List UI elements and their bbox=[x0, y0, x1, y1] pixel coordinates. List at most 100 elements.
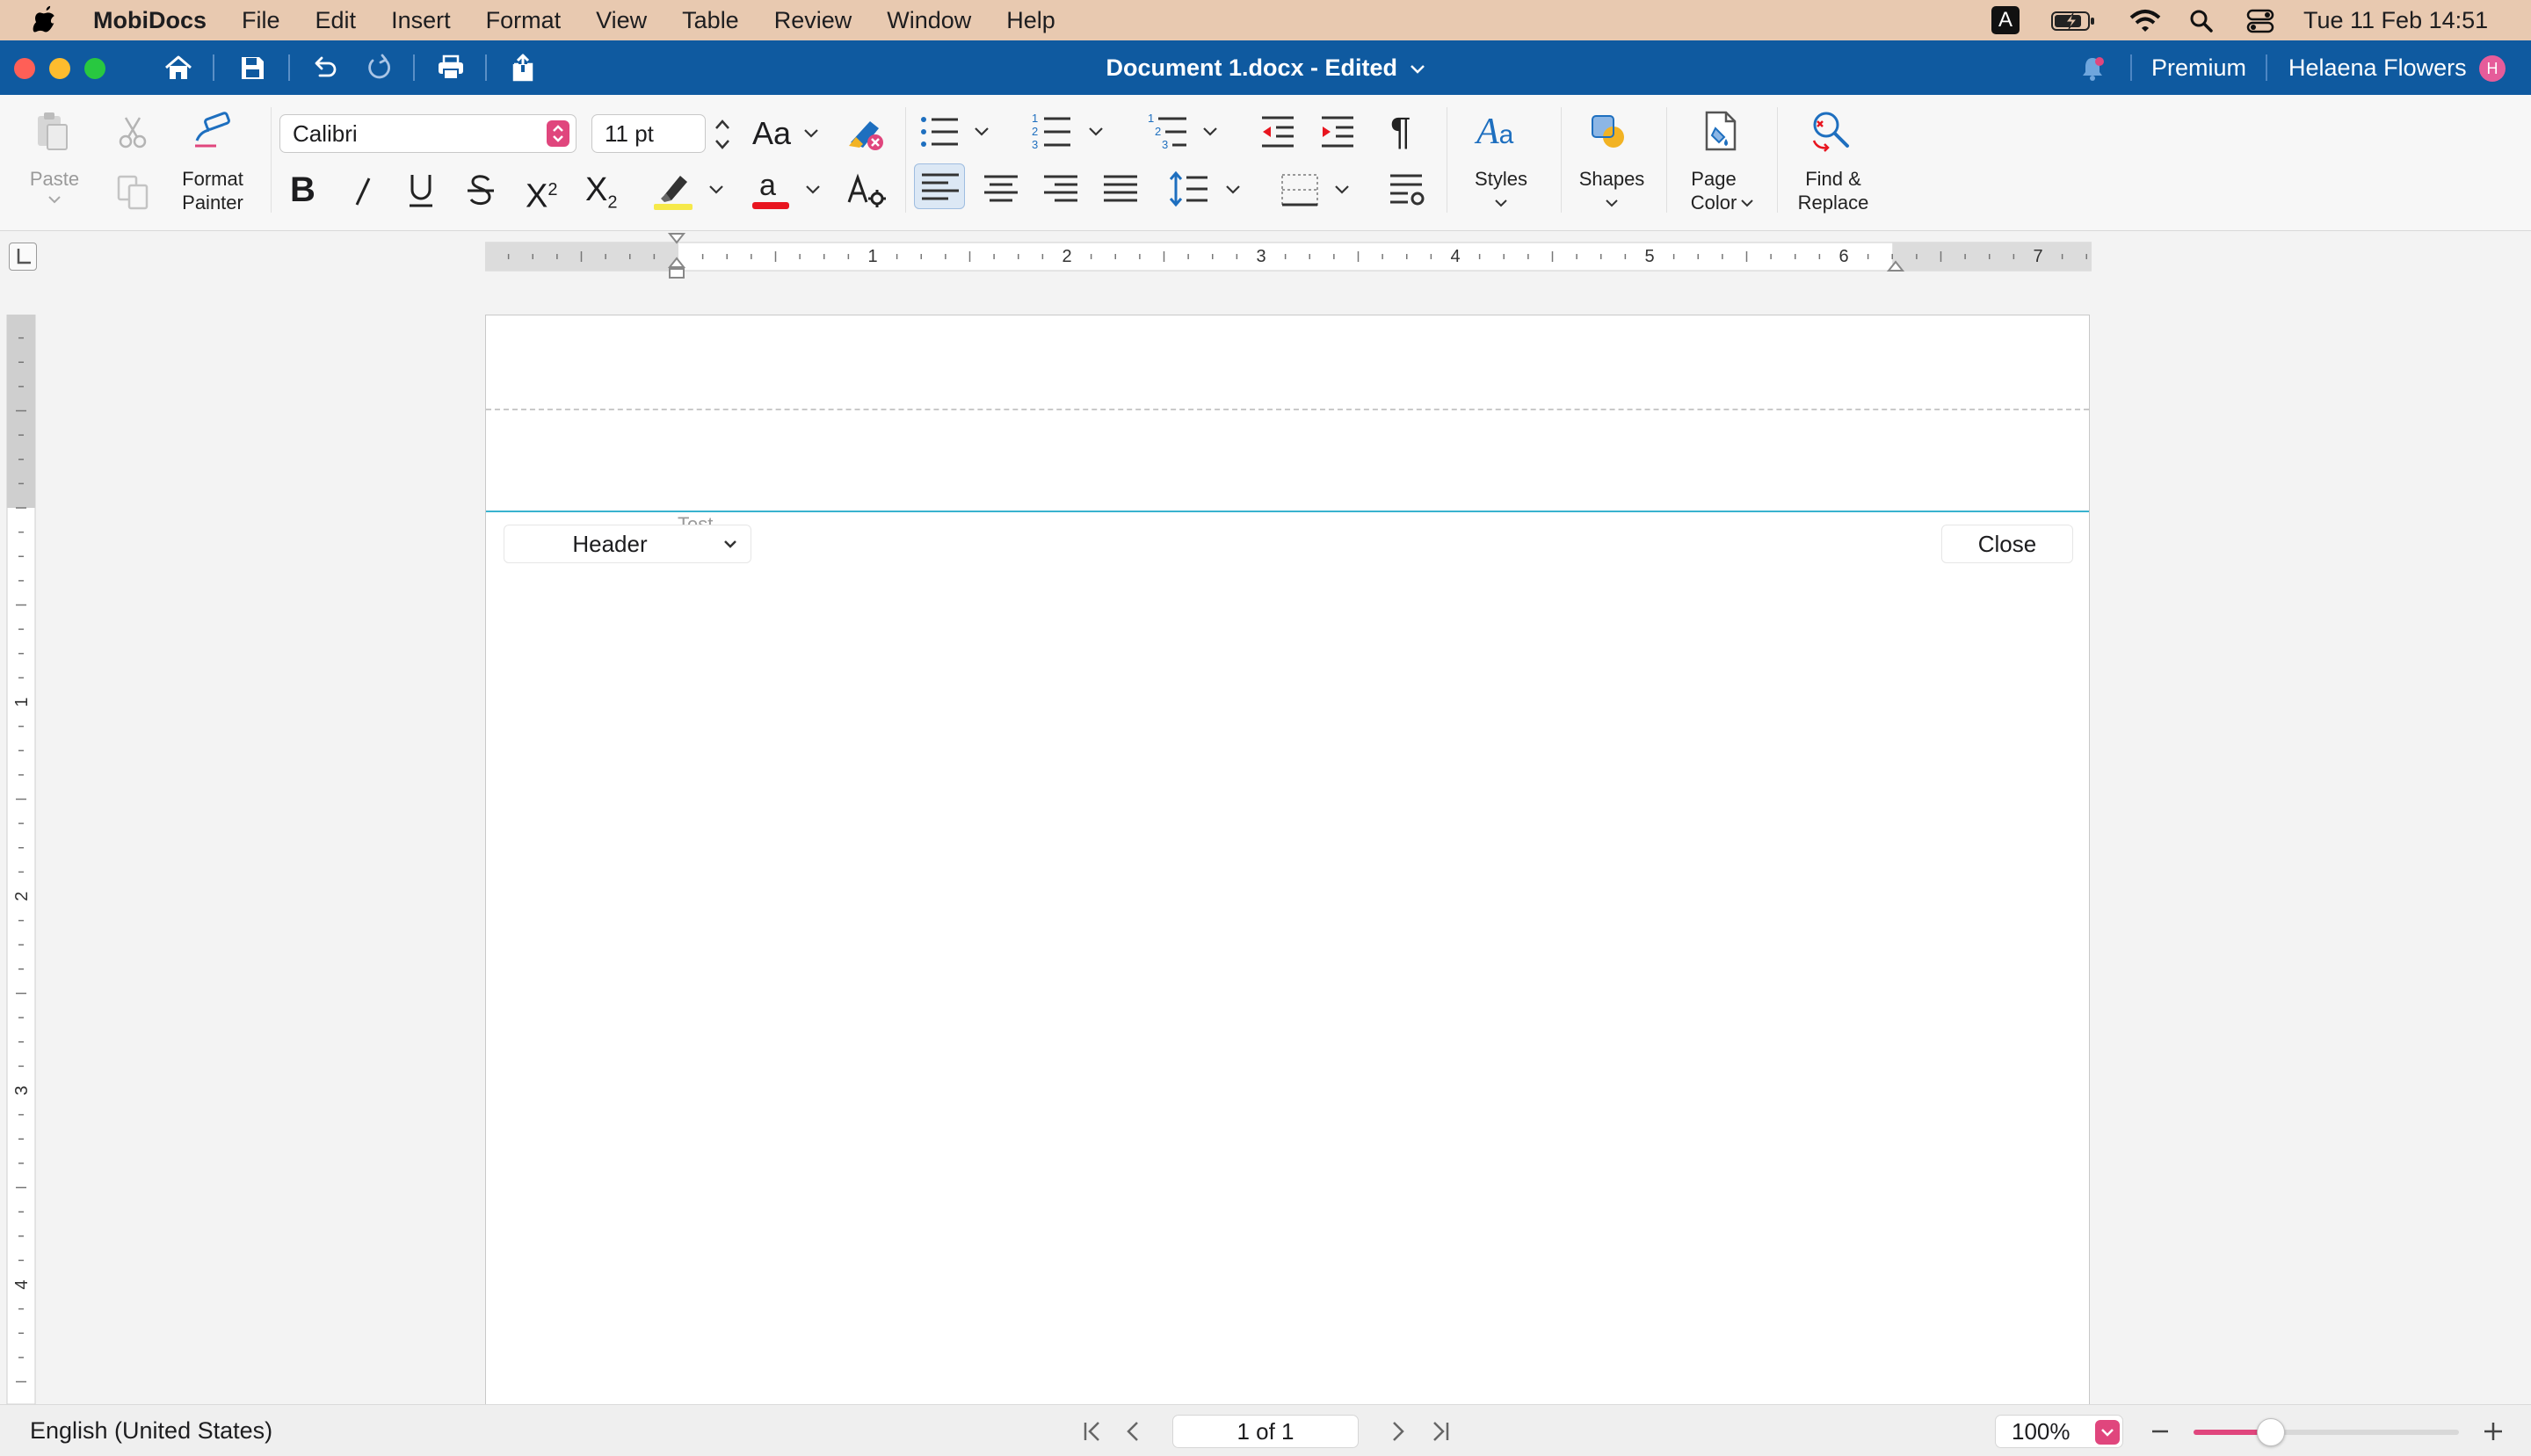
menu-table[interactable]: Table bbox=[682, 7, 739, 34]
increase-indent-icon[interactable] bbox=[1318, 114, 1357, 149]
menu-file[interactable]: File bbox=[242, 7, 280, 34]
align-left-button[interactable] bbox=[914, 163, 965, 209]
bold-button[interactable]: B bbox=[290, 169, 315, 211]
show-formatting-marks-button[interactable]: ¶ bbox=[1390, 109, 1411, 155]
page-color-label-2[interactable]: Color bbox=[1680, 191, 1747, 214]
document-title[interactable]: Document 1.docx - Edited bbox=[1055, 40, 1476, 95]
align-center-icon[interactable] bbox=[983, 174, 1019, 202]
premium-link[interactable]: Premium bbox=[2151, 40, 2246, 95]
line-spacing-icon[interactable] bbox=[1169, 170, 1211, 207]
find-replace-label-1[interactable]: Find & bbox=[1789, 167, 1877, 191]
redo-icon[interactable] bbox=[364, 53, 394, 83]
chevron-down-icon[interactable] bbox=[1494, 199, 1508, 207]
home-icon[interactable] bbox=[163, 53, 193, 83]
superscript-button[interactable]: X2 bbox=[526, 169, 557, 218]
first-page-icon[interactable] bbox=[1081, 1419, 1104, 1444]
zoom-out-icon[interactable] bbox=[2150, 1421, 2171, 1442]
vertical-ruler[interactable]: 1 2 3 4 bbox=[5, 315, 37, 1404]
menu-review[interactable]: Review bbox=[774, 7, 852, 34]
format-painter-label-2[interactable]: Painter bbox=[167, 191, 258, 214]
menu-help[interactable]: Help bbox=[1006, 7, 1055, 34]
chevron-down-icon[interactable] bbox=[1202, 127, 1218, 137]
shapes-label[interactable]: Shapes bbox=[1568, 167, 1656, 191]
page-color-label-1[interactable]: Page bbox=[1675, 167, 1752, 191]
chevron-down-icon[interactable] bbox=[1088, 127, 1104, 137]
chevron-down-icon[interactable] bbox=[1225, 185, 1241, 195]
highlight-color-icon[interactable] bbox=[652, 169, 698, 211]
paste-label[interactable]: Paste bbox=[19, 167, 90, 191]
italic-button[interactable] bbox=[352, 176, 374, 207]
font-size-input[interactable]: 11 pt bbox=[591, 114, 706, 153]
menu-edit[interactable]: Edit bbox=[315, 7, 357, 34]
save-icon[interactable] bbox=[237, 53, 267, 83]
underline-button[interactable] bbox=[406, 172, 436, 209]
print-icon[interactable] bbox=[436, 53, 466, 83]
menu-format[interactable]: Format bbox=[486, 7, 562, 34]
zoom-slider[interactable] bbox=[2194, 1418, 2459, 1446]
cut-icon[interactable] bbox=[118, 114, 148, 149]
format-painter-label-1[interactable]: Format bbox=[167, 167, 258, 191]
user-name[interactable]: Helaena Flowers bbox=[2288, 40, 2467, 95]
next-page-icon[interactable] bbox=[1389, 1419, 1408, 1444]
menu-app-name[interactable]: MobiDocs bbox=[93, 7, 207, 34]
text-effects-icon[interactable] bbox=[845, 172, 888, 209]
close-header-button[interactable]: Close bbox=[1941, 525, 2073, 563]
language-indicator[interactable]: English (United States) bbox=[30, 1405, 272, 1456]
last-page-icon[interactable] bbox=[1429, 1419, 1452, 1444]
horizontal-ruler[interactable]: 1 2 3 4 5 6 7 bbox=[485, 241, 2092, 272]
zoom-dropdown-button[interactable] bbox=[2095, 1420, 2120, 1445]
menu-insert[interactable]: Insert bbox=[391, 7, 451, 34]
share-icon[interactable] bbox=[508, 53, 538, 83]
font-name-stepper[interactable] bbox=[547, 120, 569, 147]
justify-icon[interactable] bbox=[1102, 174, 1139, 202]
clear-formatting-icon[interactable] bbox=[844, 111, 888, 155]
borders-icon[interactable] bbox=[1280, 172, 1320, 207]
chevron-down-icon[interactable] bbox=[803, 128, 819, 139]
font-name-select[interactable]: Calibri bbox=[279, 114, 577, 153]
font-size-stepper[interactable] bbox=[712, 116, 733, 153]
tab-stop-selector[interactable] bbox=[9, 243, 37, 271]
styles-label[interactable]: Styles bbox=[1459, 167, 1543, 191]
align-right-icon[interactable] bbox=[1042, 174, 1079, 202]
numbered-list-icon[interactable]: 1 2 3 bbox=[1032, 111, 1074, 153]
chevron-down-icon[interactable] bbox=[1605, 199, 1619, 207]
header-footer-select[interactable]: Header bbox=[504, 525, 751, 563]
find-replace-icon[interactable] bbox=[1809, 109, 1854, 155]
multilevel-list-icon[interactable]: 1 2 3 bbox=[1148, 111, 1192, 153]
menu-view[interactable]: View bbox=[596, 7, 647, 34]
copy-icon[interactable] bbox=[116, 174, 151, 211]
change-case-button[interactable]: Aa bbox=[752, 114, 791, 153]
spotlight-search-icon[interactable] bbox=[2189, 9, 2214, 33]
battery-icon[interactable] bbox=[2051, 11, 2097, 32]
right-indent-marker[interactable] bbox=[1886, 260, 1905, 278]
input-source-icon[interactable]: A bbox=[1991, 6, 2020, 34]
paste-icon[interactable] bbox=[35, 111, 70, 153]
notification-bell-icon[interactable] bbox=[2078, 54, 2107, 83]
zoom-in-icon[interactable] bbox=[2482, 1420, 2505, 1443]
indent-markers[interactable] bbox=[663, 232, 691, 295]
shapes-icon[interactable] bbox=[1589, 112, 1628, 151]
wifi-icon[interactable] bbox=[2129, 9, 2161, 33]
decrease-indent-icon[interactable] bbox=[1258, 114, 1297, 149]
control-center-icon[interactable] bbox=[2246, 8, 2274, 34]
find-replace-label-2[interactable]: Replace bbox=[1784, 191, 1882, 214]
chevron-down-icon[interactable] bbox=[708, 185, 724, 195]
chevron-down-icon[interactable] bbox=[1740, 199, 1754, 207]
subscript-button[interactable]: X2 bbox=[585, 169, 617, 224]
minimize-window-button[interactable] bbox=[49, 58, 70, 79]
document-page[interactable]: Test Header Close bbox=[485, 315, 2090, 1404]
user-avatar[interactable]: H bbox=[2479, 55, 2506, 82]
page-color-icon[interactable] bbox=[1701, 109, 1740, 153]
previous-page-icon[interactable] bbox=[1123, 1419, 1142, 1444]
strikethrough-button[interactable] bbox=[466, 172, 496, 209]
font-color-icon[interactable]: a bbox=[749, 169, 793, 211]
chevron-down-icon[interactable] bbox=[1334, 185, 1350, 195]
zoom-slider-knob[interactable] bbox=[2256, 1418, 2285, 1446]
undo-icon[interactable] bbox=[309, 53, 339, 83]
menubar-clock[interactable]: Tue 11 Feb 14:51 bbox=[2303, 0, 2488, 40]
apple-icon[interactable] bbox=[32, 5, 60, 35]
paragraph-settings-icon[interactable] bbox=[1389, 172, 1427, 207]
bullet-list-icon[interactable] bbox=[919, 112, 961, 151]
close-window-button[interactable] bbox=[14, 58, 35, 79]
chevron-down-icon[interactable] bbox=[974, 127, 990, 137]
